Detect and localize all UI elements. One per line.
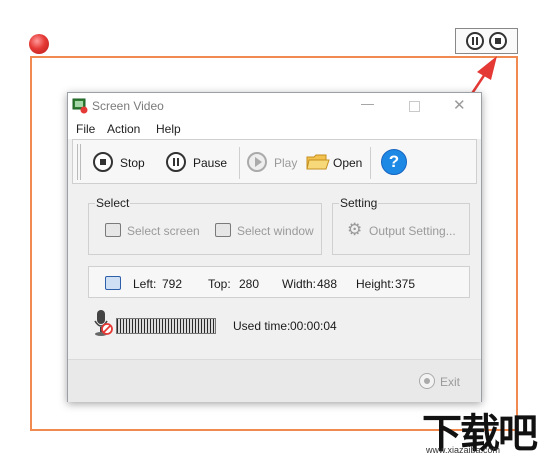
app-logo-icon (72, 98, 88, 114)
select-group-title: Select (95, 196, 131, 210)
title-bar: Screen Video — ✕ (68, 93, 481, 119)
pause-button[interactable]: Pause (166, 152, 228, 174)
help-icon[interactable]: ? (381, 149, 407, 175)
maximize-button[interactable] (409, 101, 420, 112)
floating-recorder-controls (455, 28, 518, 54)
window-title: Screen Video (92, 99, 164, 113)
pause-label: Pause (193, 156, 228, 170)
record-indicator-icon (29, 34, 49, 54)
audio-level-meter (116, 318, 216, 334)
pause-icon (166, 152, 186, 172)
top-value: 280 (239, 277, 260, 291)
close-button[interactable]: ✕ (453, 96, 466, 114)
window-icon (215, 223, 231, 237)
open-label: Open (333, 156, 363, 170)
open-button[interactable]: Open (306, 152, 364, 174)
exit-icon (419, 373, 435, 389)
region-info-panel: Left: 792 Top: 280 Width: 488 Height: 37… (88, 266, 470, 298)
exit-label: Exit (440, 375, 461, 389)
menu-help[interactable]: Help (156, 122, 181, 136)
toolbar-grip (77, 144, 81, 180)
select-window-label: Select window (237, 224, 314, 238)
minimize-button[interactable]: — (361, 96, 374, 111)
play-button[interactable]: Play (247, 152, 299, 174)
play-icon (247, 152, 267, 172)
setting-group: Setting ⚙ Output Setting... (332, 196, 470, 255)
microphone-muted-icon (94, 310, 113, 336)
used-time-value: 00:00:04 (290, 319, 337, 333)
select-window-button[interactable]: Select window (215, 222, 315, 240)
left-value: 792 (162, 277, 183, 291)
width-value: 488 (317, 277, 338, 291)
height-label: Height: (356, 277, 395, 291)
output-setting-button[interactable]: ⚙ Output Setting... (347, 220, 465, 240)
select-screen-button[interactable]: Select screen (105, 222, 205, 240)
used-time-label: Used time: (233, 319, 291, 333)
screen-video-window: Screen Video — ✕ File Action Help Stop P… (67, 92, 482, 402)
folder-icon (306, 154, 330, 170)
stop-button[interactable]: Stop (93, 152, 147, 174)
monitor-icon (105, 223, 121, 237)
stop-label: Stop (120, 156, 145, 170)
output-setting-label: Output Setting... (369, 224, 456, 238)
height-value: 375 (395, 277, 416, 291)
footer-bar: Exit (68, 359, 481, 402)
menu-bar: File Action Help (68, 119, 481, 139)
gear-icon: ⚙ (347, 220, 363, 239)
left-label: Left: (133, 277, 157, 291)
toolbar-separator (370, 147, 371, 179)
stop-icon (93, 152, 113, 172)
watermark-logo: 下载吧 www.xiazaiba.com (420, 403, 556, 457)
play-label: Play (274, 156, 298, 170)
watermark-url: www.xiazaiba.com (426, 445, 501, 455)
width-label: Width: (282, 277, 317, 291)
toolbar-separator (239, 147, 240, 179)
toolbar: Stop Pause Play Open ? (72, 139, 477, 184)
stop-icon[interactable] (489, 32, 507, 50)
top-label: Top: (208, 277, 231, 291)
exit-button[interactable]: Exit (419, 372, 467, 390)
pause-icon[interactable] (466, 32, 484, 50)
select-group: Select Select screen Select window (88, 196, 322, 255)
select-screen-label: Select screen (127, 224, 200, 238)
menu-action[interactable]: Action (107, 122, 140, 136)
menu-file[interactable]: File (76, 122, 95, 136)
setting-group-title: Setting (339, 196, 379, 210)
monitor-icon (105, 276, 121, 290)
